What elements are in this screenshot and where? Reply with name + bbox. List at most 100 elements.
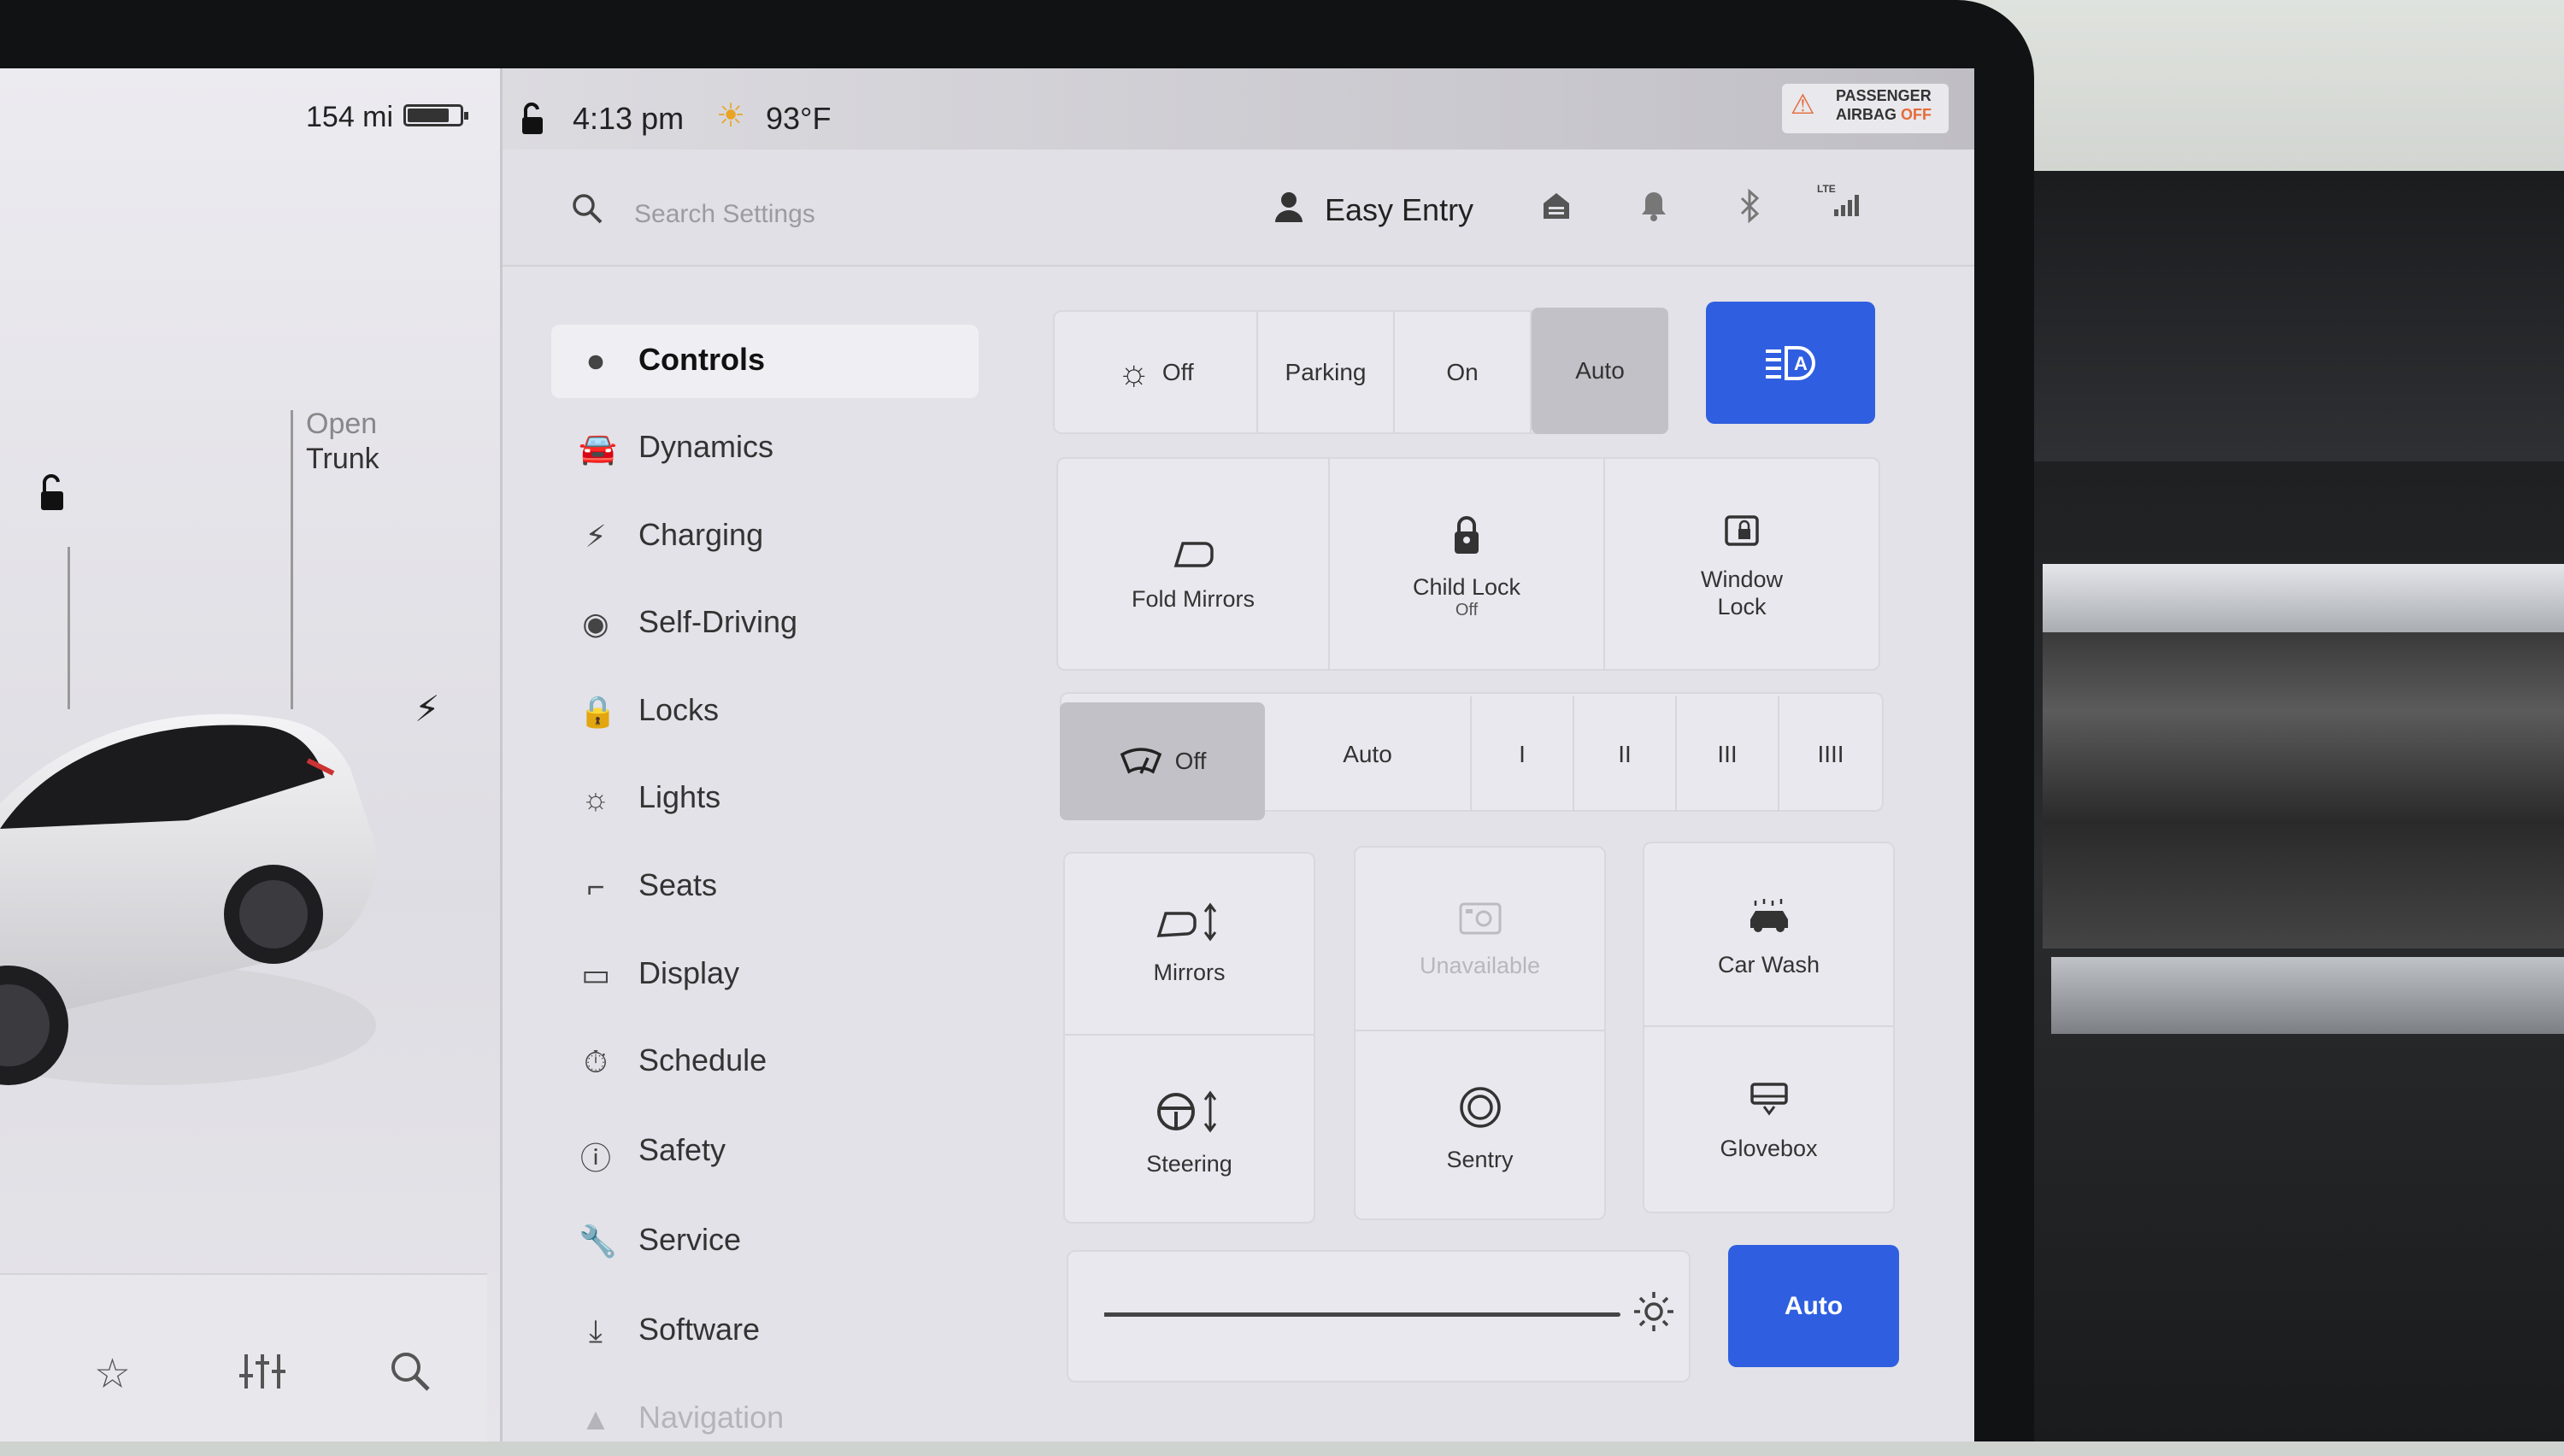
wipers-speed-1[interactable]: I (1472, 696, 1574, 812)
sidebar-item-locks[interactable]: 🔒 Locks (551, 675, 979, 749)
auto-high-beam-icon: A (1766, 345, 1815, 380)
light-icon: ☼ (581, 781, 610, 816)
dashboard-lower-trim (2051, 957, 2564, 1034)
car-icon: 🚘 (579, 431, 617, 466)
lights-on-button[interactable]: On (1395, 312, 1532, 432)
sidebar-item-label: Schedule (638, 1042, 767, 1077)
dashboard (2034, 171, 2564, 461)
sidebar-item-label: Self-Driving (638, 604, 798, 639)
fold-mirrors-label: Fold Mirrors (1131, 586, 1255, 612)
open-trunk-label[interactable]: Open (306, 408, 377, 441)
sidebar-item-label: Lights (638, 779, 721, 814)
sidebar-item-seats[interactable]: ⌐ Seats (551, 850, 979, 924)
sidebar-item-label: Service (638, 1222, 742, 1257)
battery-icon (403, 104, 468, 126)
sidebar-item-safety[interactable]: ⓘ Safety (551, 1115, 979, 1189)
lock-status-icon[interactable] (517, 102, 548, 144)
lock-icon: 🔒 (579, 694, 617, 729)
unavailable-tile: Unavailable (1356, 901, 1604, 1038)
tile-divider (1356, 1030, 1604, 1031)
mirror-adjust-icon (1065, 901, 1314, 952)
temperature-text: 93°F (766, 101, 832, 136)
sentry-icon (1356, 1085, 1604, 1139)
sidebar-item-label: Dynamics (638, 429, 774, 464)
glovebox-label: Glovebox (1720, 1136, 1818, 1161)
panel-divider (500, 68, 503, 1441)
car-wash-label: Car Wash (1717, 952, 1820, 978)
unavailable-label: Unavailable (1419, 953, 1541, 978)
tile-divider (1065, 1034, 1314, 1036)
brightness-auto-button[interactable]: Auto (1728, 1245, 1899, 1367)
wipers-speed-2[interactable]: II (1574, 696, 1677, 812)
sidebar-item-service[interactable]: 🔧 Service (551, 1205, 979, 1278)
sidebar-item-navigation[interactable]: ▲ Navigation (551, 1383, 979, 1456)
sidebar-item-self-driving[interactable]: ◉ Self-Driving (551, 587, 979, 660)
sidebar-item-software[interactable]: ⤓ Software (551, 1295, 979, 1368)
sidebar-item-controls[interactable]: ⏺ Controls (551, 325, 979, 398)
download-icon: ⤓ (589, 1313, 603, 1348)
brightness-icon (1632, 1290, 1675, 1337)
seat-icon: ⌐ (586, 869, 605, 904)
light-icon: ☼ (1117, 351, 1150, 392)
star-icon[interactable]: ☆ (94, 1350, 131, 1398)
bluetooth-icon[interactable] (1737, 188, 1762, 232)
sidebar-item-schedule[interactable]: ⏱ Schedule (551, 1025, 979, 1099)
camera-icon (1356, 901, 1604, 945)
fold-mirror-icon (1058, 536, 1328, 578)
steering-tile[interactable]: Steering (1065, 1089, 1314, 1226)
steering-adjust-icon (1065, 1089, 1314, 1143)
trunk-label[interactable]: Trunk (306, 443, 379, 476)
wipers-auto-button[interactable]: Auto (1265, 696, 1472, 812)
sidebar-item-label: Locks (638, 692, 720, 727)
dashboard-trim (2043, 564, 2564, 632)
window-lock-tile[interactable]: Window Lock (1605, 459, 1879, 669)
wipers-speed-3[interactable]: III (1677, 696, 1779, 812)
window-lock-label: Window Lock (1700, 567, 1784, 620)
brightness-slider-fill (1104, 1312, 1595, 1317)
equalizer-icon[interactable] (239, 1350, 285, 1403)
fold-mirrors-tile[interactable]: Fold Mirrors (1058, 459, 1330, 669)
lights-off-button[interactable]: ☼ Off (1055, 312, 1258, 432)
brightness-slider[interactable] (1104, 1312, 1620, 1317)
sidebar-item-dynamics[interactable]: 🚘 Dynamics (551, 412, 979, 485)
svg-text:A: A (1794, 353, 1808, 374)
sidebar-item-label: Navigation (638, 1400, 785, 1435)
sidebar-item-label: Safety (638, 1132, 726, 1167)
clock-text: 4:13 pm (573, 101, 685, 136)
car-wash-icon (1644, 897, 1893, 944)
profile-name[interactable]: Easy Entry (1325, 192, 1473, 228)
sidebar-item-charging[interactable]: ⚡ Charging (551, 500, 979, 573)
child-lock-tile[interactable]: Child Lock Off (1330, 459, 1605, 669)
sidebar-item-label: Software (638, 1312, 761, 1347)
sentry-tile[interactable]: Sentry (1356, 1085, 1604, 1222)
bell-icon[interactable] (1639, 190, 1668, 230)
mirrors-label: Mirrors (1153, 960, 1226, 985)
search-icon[interactable] (389, 1350, 432, 1403)
lights-parking-button[interactable]: Parking (1258, 312, 1395, 432)
unlock-icon[interactable] (36, 473, 75, 522)
search-icon[interactable] (571, 192, 603, 232)
search-input[interactable] (632, 192, 961, 237)
sidebar-item-label: Seats (638, 867, 718, 902)
window-lock-icon (1605, 512, 1879, 559)
auto-high-beam-button[interactable]: A (1706, 302, 1875, 424)
lights-off-label: Off (1161, 358, 1194, 385)
sidebar-item-display[interactable]: ▭ Display (551, 938, 979, 1012)
charge-port-icon[interactable]: ⚡ (415, 688, 440, 730)
glovebox-tile[interactable]: Glovebox (1644, 1081, 1893, 1218)
car-wash-tile[interactable]: Car Wash (1644, 897, 1893, 1034)
tile-divider (1644, 1025, 1893, 1027)
garage-icon[interactable] (1540, 190, 1573, 230)
mirrors-tile[interactable]: Mirrors (1065, 901, 1314, 1038)
profile-icon[interactable] (1272, 190, 1306, 232)
sidebar-item-label: Charging (638, 517, 764, 552)
wipers-speed-4[interactable]: IIII (1779, 696, 1882, 812)
wrench-icon: 🔧 (579, 1224, 617, 1259)
toggle-icon: ⏺ (588, 343, 603, 379)
lights-auto-button[interactable]: Auto (1532, 308, 1668, 434)
wipers-off-button[interactable]: Off (1060, 702, 1265, 820)
car-image (0, 713, 377, 1085)
signal-icon (1832, 190, 1863, 226)
sidebar-item-lights[interactable]: ☼ Lights (551, 762, 979, 836)
safety-icon: ⓘ (579, 1141, 611, 1176)
